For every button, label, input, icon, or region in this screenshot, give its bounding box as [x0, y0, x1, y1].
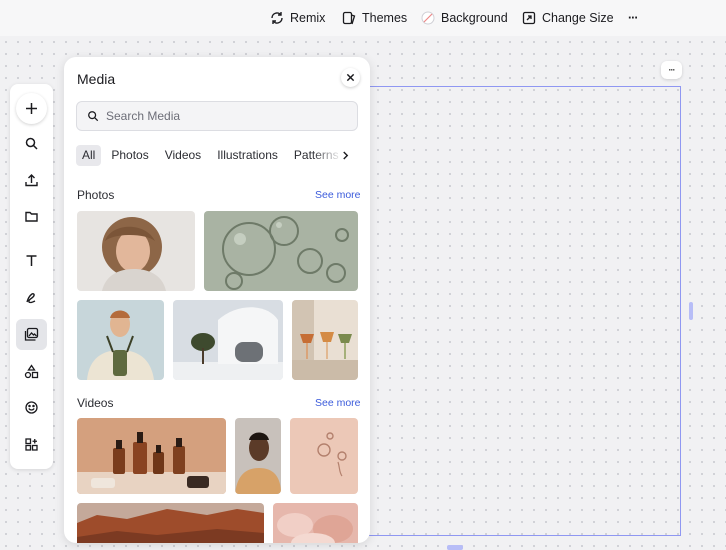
- photo-man-image: [77, 300, 164, 380]
- emoji-tool-button[interactable]: [16, 392, 47, 423]
- tab-photos[interactable]: Photos: [105, 145, 154, 166]
- left-tool-rail: [10, 84, 53, 469]
- upload-icon: [25, 174, 38, 187]
- video-thumb-bottles[interactable]: [77, 418, 226, 494]
- video-fabric-image: [273, 503, 358, 543]
- tabs-scroll-next-button[interactable]: [338, 147, 352, 164]
- background-swatch-icon: [421, 11, 435, 25]
- top-toolbar: Remix Themes Background Change Size ···: [0, 0, 726, 36]
- upload-tool-button[interactable]: [16, 165, 47, 196]
- video-thumb-man-profile[interactable]: [235, 418, 281, 494]
- canvas-selection-frame[interactable]: [367, 86, 681, 536]
- photo-architecture-image: [173, 300, 283, 380]
- more-options-button[interactable]: ···: [628, 8, 638, 28]
- themes-icon: [342, 11, 356, 25]
- draw-icon: [26, 293, 36, 304]
- close-icon: [346, 73, 355, 82]
- apps-tool-button[interactable]: [16, 429, 47, 460]
- videos-see-more-link[interactable]: See more: [315, 397, 361, 409]
- photo-woman-image: [77, 211, 195, 291]
- text-tool-button[interactable]: [16, 245, 47, 276]
- search-icon: [25, 137, 38, 150]
- photo-thumb-bubbles[interactable]: [204, 211, 358, 291]
- change-size-button[interactable]: Change Size: [522, 8, 614, 28]
- photos-see-more-link[interactable]: See more: [315, 189, 361, 201]
- photo-thumb-architecture[interactable]: [173, 300, 283, 380]
- background-label: Background: [441, 11, 508, 25]
- change-size-label: Change Size: [542, 11, 614, 25]
- tab-all[interactable]: All: [76, 145, 102, 166]
- remix-button[interactable]: Remix: [270, 8, 325, 28]
- media-tabs: AllPhotosVideosIllustrationsPatterns: [76, 145, 341, 166]
- video-thumb-drops[interactable]: [290, 418, 358, 494]
- search-tool-button[interactable]: [16, 128, 47, 159]
- text-icon: [26, 255, 37, 266]
- video-drops-image: [290, 418, 358, 494]
- more-icon: ···: [628, 11, 638, 25]
- folder-tool-button[interactable]: [16, 201, 47, 232]
- chevron-right-icon: [342, 151, 348, 160]
- video-man-image: [235, 418, 281, 494]
- add-button[interactable]: [16, 93, 47, 124]
- add-icon: [26, 103, 37, 114]
- resize-handle-right[interactable]: [689, 302, 693, 320]
- photo-bubbles-image: [204, 211, 358, 291]
- shapes-tool-button[interactable]: [16, 356, 47, 387]
- themes-label: Themes: [362, 11, 408, 25]
- tab-videos[interactable]: Videos: [159, 145, 207, 166]
- video-thumb-fabric[interactable]: [273, 503, 358, 543]
- draw-tool-button[interactable]: [16, 282, 47, 313]
- shapes-icon: [24, 364, 39, 379]
- emoji-icon: [25, 401, 38, 414]
- themes-button[interactable]: Themes: [342, 8, 407, 28]
- video-bottles-image: [77, 418, 226, 494]
- video-thumb-canyon[interactable]: [77, 503, 264, 543]
- photos-section-title: Photos: [77, 188, 115, 202]
- remix-icon: [271, 12, 283, 24]
- photo-thumb-glasses[interactable]: [292, 300, 358, 380]
- photo-thumb-woman-portrait[interactable]: [77, 211, 195, 291]
- media-search-box[interactable]: [76, 101, 358, 131]
- media-icon: [24, 327, 39, 341]
- close-panel-button[interactable]: [341, 68, 360, 87]
- media-panel: Media AllPhotosVideosIllustrationsPatter…: [64, 57, 370, 543]
- resize-icon: [522, 11, 536, 25]
- panel-title: Media: [77, 71, 116, 87]
- search-icon: [88, 111, 99, 122]
- photo-glasses-image: [292, 300, 358, 380]
- media-search-input[interactable]: [106, 109, 346, 123]
- apps-icon: [25, 438, 38, 451]
- remix-label: Remix: [290, 11, 326, 25]
- media-tool-button[interactable]: [16, 319, 47, 350]
- video-canyon-image: [77, 503, 264, 543]
- photo-thumb-man-backpack[interactable]: [77, 300, 164, 380]
- videos-section-title: Videos: [77, 396, 114, 410]
- resize-handle-bottom[interactable]: [447, 545, 463, 550]
- folder-icon: [25, 211, 38, 222]
- canvas-more-icon: ···: [668, 65, 676, 75]
- canvas-more-button[interactable]: ···: [661, 61, 682, 79]
- background-button[interactable]: Background: [421, 8, 508, 28]
- tab-illustrations[interactable]: Illustrations: [211, 145, 284, 166]
